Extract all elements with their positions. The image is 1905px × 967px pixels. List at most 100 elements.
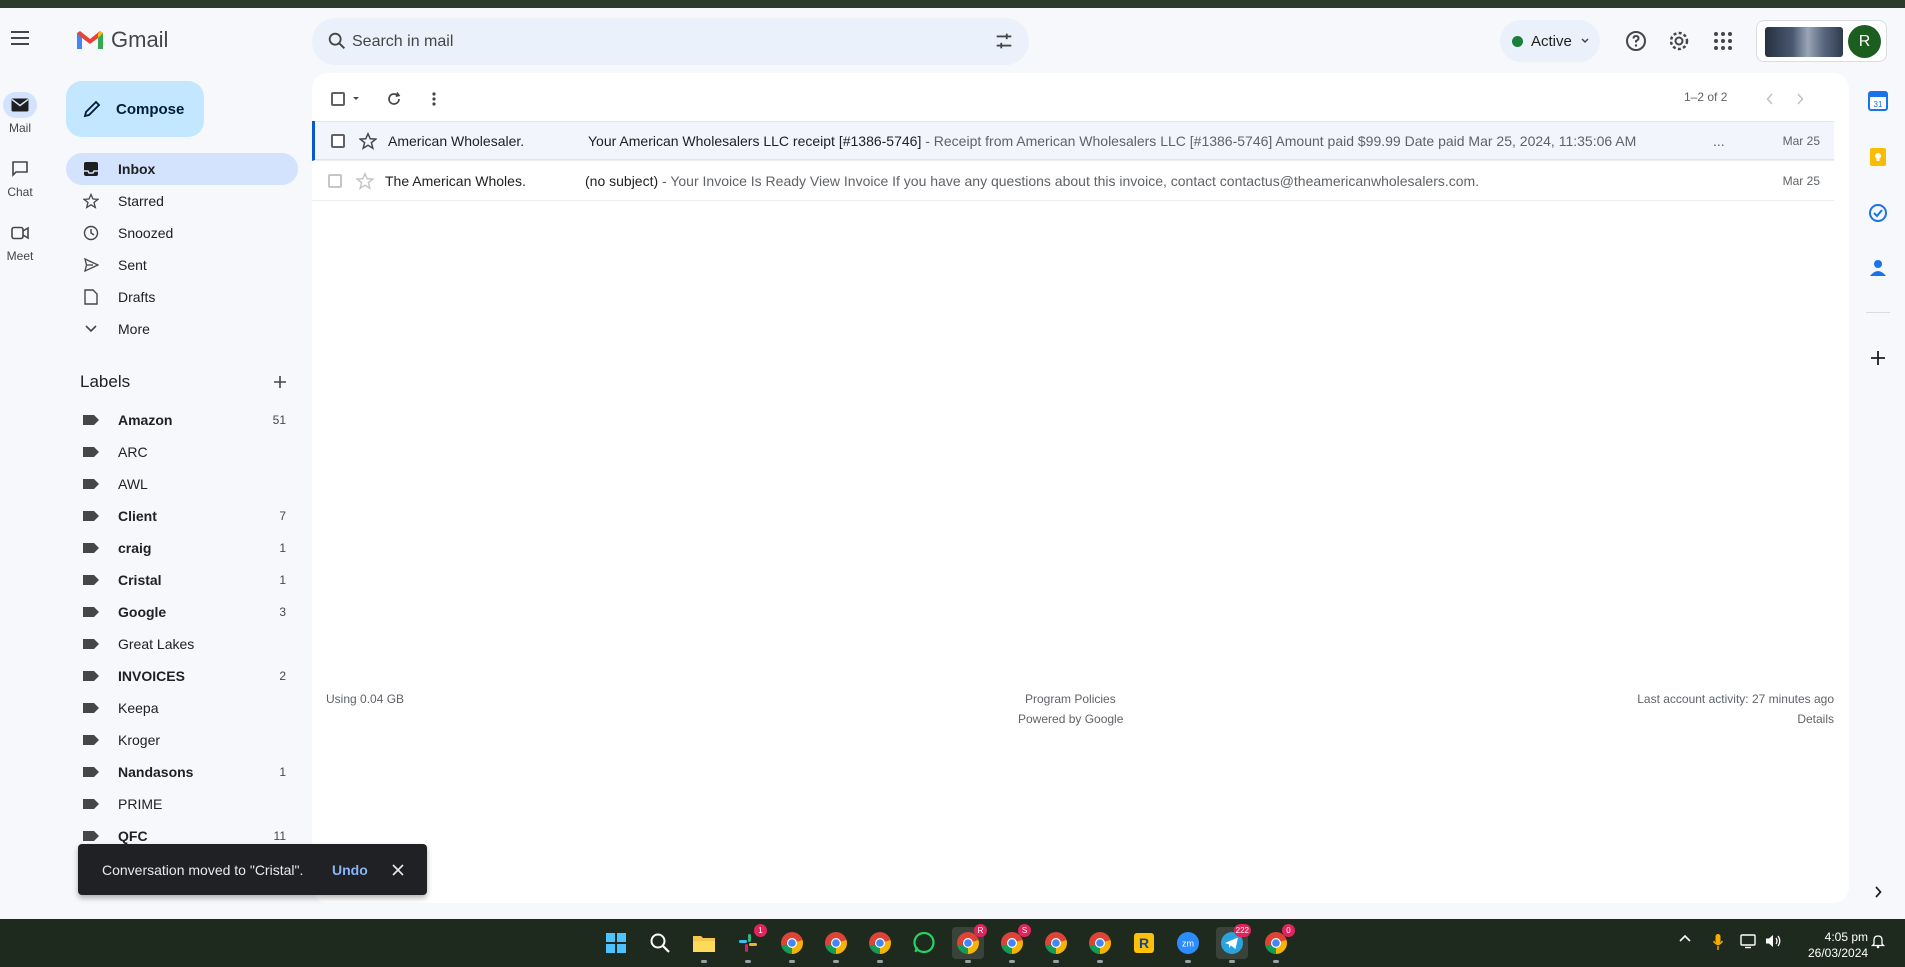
label-item-cristal[interactable]: Cristal 1 <box>66 564 298 596</box>
nav-snoozed[interactable]: Snoozed <box>66 217 298 249</box>
taskbar-app-slack[interactable]: 1 <box>732 924 767 963</box>
taskbar-app-windows-start[interactable] <box>600 927 632 959</box>
settings-button[interactable] <box>1664 26 1694 56</box>
search-input[interactable] <box>352 18 952 65</box>
older-button[interactable] <box>1788 87 1812 111</box>
email-subject: (no subject) <box>585 172 659 189</box>
taskbar-app-chrome[interactable] <box>1084 927 1116 963</box>
tray-notifications[interactable] <box>1870 933 1886 949</box>
star-icon[interactable] <box>359 132 377 150</box>
program-policies-link[interactable]: Program Policies <box>1025 692 1116 706</box>
taskbar-app-chrome[interactable] <box>776 927 808 963</box>
taskbar-app-chrome-profile-s[interactable]: S <box>996 924 1031 963</box>
taskbar-app-chrome[interactable] <box>1040 927 1072 963</box>
taskbar-app-zoom[interactable]: zm <box>1172 927 1204 963</box>
taskbar-app-r-app[interactable]: R <box>1128 927 1160 959</box>
select-all-box <box>331 92 345 106</box>
nav-more[interactable]: More <box>66 313 298 345</box>
label-item-craig[interactable]: craig 1 <box>66 532 298 564</box>
label-item-prime[interactable]: PRIME <box>66 788 298 820</box>
label-item-great-lakes[interactable]: Great Lakes <box>66 628 298 660</box>
label-icon <box>83 479 99 489</box>
nav-sent[interactable]: Sent <box>66 249 298 281</box>
row-checkbox[interactable] <box>328 174 342 188</box>
rail-mail[interactable]: Mail <box>0 92 40 135</box>
keep-app-button[interactable] <box>1864 143 1892 171</box>
label-item-keepa[interactable]: Keepa <box>66 692 298 724</box>
taskbar-app-whatsapp[interactable] <box>908 927 940 959</box>
label-name: Client <box>118 508 157 524</box>
svg-text:zm: zm <box>1182 939 1194 949</box>
compose-button[interactable]: Compose <box>66 81 204 137</box>
tray-overflow-button[interactable] <box>1678 933 1692 943</box>
label-item-nandasons[interactable]: Nandasons 1 <box>66 756 298 788</box>
main-menu-button[interactable] <box>6 24 34 52</box>
nav-inbox[interactable]: Inbox <box>66 153 298 185</box>
taskbar-app-chrome[interactable] <box>864 927 896 963</box>
rail-chat[interactable]: Chat <box>0 156 40 199</box>
taskbar-app-chrome[interactable]: 0 <box>1260 924 1295 963</box>
label-name: INVOICES <box>118 668 185 684</box>
newer-button[interactable] <box>1758 87 1782 111</box>
tray-microphone[interactable] <box>1712 933 1724 951</box>
taskbar-clock[interactable]: 4:05 pm 26/03/2024 <box>1808 929 1868 961</box>
compose-label: Compose <box>116 100 185 118</box>
label-count: 11 <box>273 829 286 843</box>
label-item-kroger[interactable]: Kroger <box>66 724 298 756</box>
get-addons-button[interactable] <box>1864 344 1892 372</box>
nav-sent-label: Sent <box>118 257 147 273</box>
search-options-icon[interactable] <box>993 30 1015 52</box>
row-checkbox[interactable] <box>331 134 345 148</box>
label-item-amazon[interactable]: Amazon 51 <box>66 404 298 436</box>
email-row[interactable]: The American Wholes. (no subject) - Your… <box>312 161 1834 201</box>
search-bar[interactable] <box>312 18 1029 65</box>
nav-starred[interactable]: Starred <box>66 185 298 217</box>
taskbar-app-chrome-profile-r[interactable]: R <box>952 924 987 963</box>
hide-side-panel-button[interactable] <box>1864 878 1892 906</box>
close-icon <box>392 864 404 876</box>
taskbar-app-file-explorer[interactable] <box>688 927 720 963</box>
chrome-icon <box>781 932 803 954</box>
refresh-button[interactable] <box>382 87 406 111</box>
label-item-awl[interactable]: AWL <box>66 468 298 500</box>
calendar-icon: 31 <box>1868 91 1888 111</box>
tasks-app-button[interactable] <box>1864 199 1892 227</box>
label-item-invoices[interactable]: INVOICES 2 <box>66 660 298 692</box>
pagination-text: 1–2 of 2 <box>1684 90 1728 104</box>
rail-chat-label: Chat <box>7 185 33 199</box>
search-icon[interactable] <box>326 30 348 52</box>
status-selector[interactable]: Active <box>1500 20 1600 62</box>
create-label-button[interactable] <box>268 370 292 394</box>
apps-button[interactable] <box>1708 26 1738 56</box>
star-icon[interactable] <box>356 172 374 190</box>
label-item-client[interactable]: Client 7 <box>66 500 298 532</box>
label-icon <box>83 671 99 681</box>
toast-close-button[interactable] <box>388 860 408 880</box>
help-button[interactable] <box>1621 26 1651 56</box>
undo-button[interactable]: Undo <box>332 862 368 878</box>
snackbar-toast: Conversation moved to "Cristal". Undo <box>78 844 427 895</box>
side-panel-divider <box>1866 312 1890 313</box>
taskbar-app-search[interactable] <box>644 927 676 959</box>
more-actions-button[interactable] <box>424 87 444 111</box>
taskbar-app-telegram[interactable]: 222 <box>1216 924 1251 963</box>
help-icon <box>1626 31 1646 51</box>
email-row[interactable]: American Wholesaler. Your American Whole… <box>312 121 1834 161</box>
tray-volume[interactable] <box>1764 933 1782 949</box>
taskbar-app-chrome[interactable] <box>820 927 852 963</box>
label-item-google[interactable]: Google 3 <box>66 596 298 628</box>
running-indicator <box>789 960 795 963</box>
account-button[interactable]: R <box>1756 20 1887 62</box>
select-all-checkbox[interactable] <box>326 87 366 111</box>
tray-network[interactable] <box>1740 933 1758 949</box>
calendar-app-button[interactable]: 31 <box>1864 87 1892 115</box>
rail-meet-icon-bg <box>3 220 37 246</box>
nav-drafts[interactable]: Drafts <box>66 281 298 313</box>
running-indicator <box>965 960 971 963</box>
label-count: 1 <box>279 765 286 779</box>
label-item-arc[interactable]: ARC <box>66 436 298 468</box>
rail-meet[interactable]: Meet <box>0 220 40 263</box>
activity-details-link[interactable]: Details <box>1614 712 1834 726</box>
contacts-app-button[interactable] <box>1864 254 1892 282</box>
gmail-logo[interactable]: Gmail <box>75 27 168 53</box>
